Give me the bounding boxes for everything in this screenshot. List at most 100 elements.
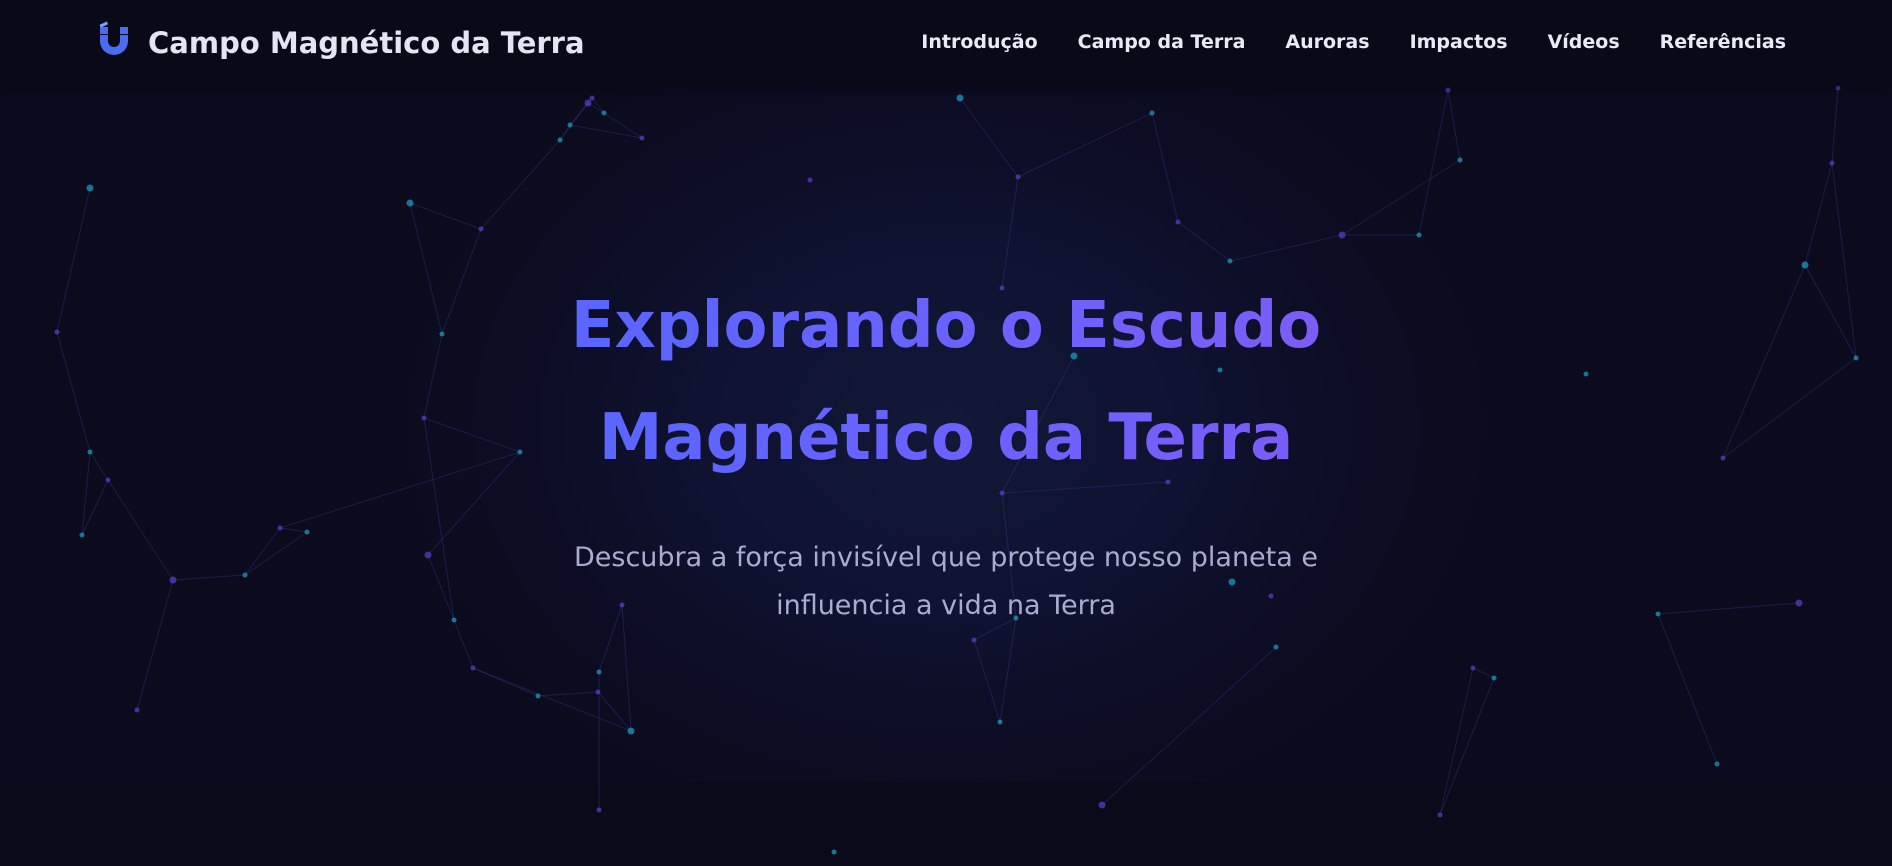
network-link [1151, 112, 1179, 223]
network-particle [1445, 87, 1451, 93]
network-link [591, 97, 605, 114]
network-particle [1149, 110, 1155, 116]
network-particle [105, 477, 111, 483]
network-link [107, 479, 174, 581]
network-particle [971, 637, 977, 643]
network-particle [1457, 157, 1463, 163]
network-link [423, 333, 443, 419]
network-particle [1015, 174, 1021, 180]
network-particle [1338, 231, 1346, 239]
network-link [56, 331, 91, 453]
network-particle [406, 199, 414, 207]
network-particle [1795, 599, 1803, 607]
network-particle [79, 532, 85, 538]
network-link [597, 691, 632, 732]
network-link [409, 202, 443, 335]
network-particle [584, 99, 592, 107]
network-particle [596, 807, 602, 813]
network-particle [567, 122, 573, 128]
site-title: Campo Magnético da Terra [148, 26, 585, 60]
network-particle [1227, 258, 1233, 264]
network-particle [1720, 455, 1726, 461]
network-particle [1437, 812, 1443, 818]
network-link [1804, 162, 1833, 266]
nav-link-campo-da-terra[interactable]: Campo da Terra [1058, 26, 1266, 58]
network-particle [304, 529, 310, 535]
network-link [1831, 87, 1839, 164]
network-particle [439, 331, 445, 337]
network-link [409, 202, 482, 230]
network-link [1722, 357, 1857, 459]
network-link [1439, 677, 1495, 816]
network-link [1831, 162, 1857, 359]
network-link [472, 667, 632, 732]
network-link [559, 124, 571, 141]
network-particle [134, 707, 140, 713]
network-link [537, 691, 599, 697]
network-link [1722, 264, 1806, 459]
network-link [1341, 159, 1461, 236]
network-link [1017, 112, 1153, 178]
page: Campo Magnético da Terra Introdução Camp… [0, 0, 1892, 866]
network-particle [589, 95, 595, 101]
network-particle [421, 415, 427, 421]
nav-link-referencias[interactable]: Referências [1640, 26, 1806, 58]
network-link [136, 579, 174, 711]
navbar: Campo Magnético da Terra Introdução Camp… [0, 0, 1892, 86]
network-particle [470, 665, 476, 671]
network-particle [1175, 219, 1181, 225]
network-particle [87, 449, 93, 455]
network-link [1657, 602, 1800, 615]
network-link [1472, 667, 1495, 679]
main-nav: Introdução Campo da Terra Auroras Impact… [901, 26, 1806, 58]
network-particle [956, 94, 964, 102]
hero-subtitle: Descubra a força invisível que protege n… [573, 542, 1318, 621]
network-link [1657, 613, 1718, 765]
network-particle [639, 135, 645, 141]
network-particle [595, 689, 601, 695]
network-link [1177, 221, 1231, 262]
network-link [172, 574, 246, 581]
network-particle [1655, 611, 1661, 617]
network-link [1804, 264, 1857, 359]
network-particle [627, 727, 635, 735]
hero-section: Explorando o Escudo Magnético da Terra D… [446, 270, 1446, 630]
nav-link-introducao[interactable]: Introdução [901, 26, 1057, 58]
nav-link-videos[interactable]: Vídeos [1528, 26, 1640, 58]
network-particle [242, 572, 248, 578]
network-link [279, 527, 308, 533]
network-link [1418, 89, 1449, 236]
network-particle [86, 184, 94, 192]
network-link [56, 187, 91, 333]
network-particle [424, 551, 432, 559]
network-particle [54, 329, 60, 335]
network-particle [478, 226, 484, 232]
network-particle [1835, 85, 1841, 91]
network-particle [1714, 761, 1720, 767]
network-particle [1829, 160, 1835, 166]
brand-link[interactable]: Campo Magnético da Terra [94, 18, 585, 68]
magnet-icon [99, 21, 128, 55]
network-particle [601, 110, 607, 116]
nav-link-auroras[interactable]: Auroras [1265, 26, 1389, 58]
network-particle [997, 719, 1003, 725]
network-particle [1470, 665, 1476, 671]
network-particle [1491, 675, 1497, 681]
network-particle [277, 525, 283, 531]
nav-link-impactos[interactable]: Impactos [1390, 26, 1528, 58]
network-link [81, 451, 91, 536]
network-link [244, 531, 308, 576]
network-particle [831, 849, 837, 855]
network-particle [535, 693, 541, 699]
network-particle [1098, 801, 1106, 809]
hero-title: Explorando o Escudo Magnético da Terra [546, 270, 1346, 494]
network-link [959, 97, 1019, 178]
network-link [81, 479, 109, 536]
network-particle [169, 576, 177, 584]
network-particle [1416, 232, 1422, 238]
network-link [569, 124, 643, 139]
network-link [480, 139, 561, 230]
network-link [244, 527, 281, 576]
network-particle [1583, 371, 1589, 377]
network-particle [1853, 355, 1859, 361]
